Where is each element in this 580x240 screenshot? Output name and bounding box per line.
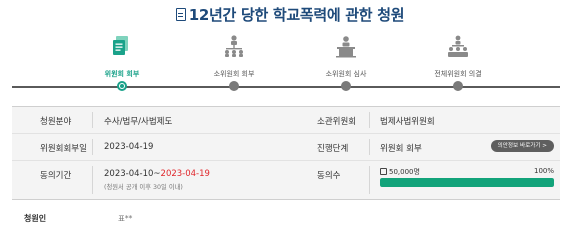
step-label: 위원회 회부: [104, 70, 140, 78]
document-icon: [175, 8, 186, 21]
step-label: 소위원회 심사: [325, 70, 367, 78]
step-dot: [341, 81, 351, 91]
period-note: (청원서 공개 이후 30일 이내): [104, 184, 183, 191]
page-title-text: 12년간 당한 학교폭력에 관한 청원: [188, 6, 405, 24]
org-chart-icon: [225, 35, 243, 57]
field-label: 청원분야: [40, 117, 72, 127]
divider: [92, 139, 93, 155]
podium-meeting-icon: [336, 36, 356, 58]
committee-value: 법제사법위원회: [380, 117, 435, 127]
agree-count-text: 50,000명: [389, 168, 420, 176]
agree-progress-bar: [380, 178, 554, 187]
divider: [369, 112, 370, 128]
info-row: 청원분야 수사/법무/사법제도 소관위원회 법제사법위원회: [12, 107, 560, 134]
progress-steps: 위원회 회부 소위원회 회부 소위원회 심사 전체위원회 의결: [12, 34, 560, 96]
agree-progress-fill: [380, 178, 554, 187]
divider: [92, 112, 93, 128]
progress-track: [12, 86, 560, 88]
step-dot-active: [117, 81, 127, 91]
step-committee-referral: 위원회 회부: [67, 34, 177, 79]
period-label: 동의기간: [40, 171, 72, 181]
period-value: 2023-04-10~2023-04-19: [104, 169, 210, 179]
step-plenary-vote: 전체위원회 의결: [403, 34, 513, 79]
petitioner-label: 청원인: [24, 214, 47, 223]
referral-date-label: 위원회회부일: [40, 144, 87, 154]
thumbs-up-icon: [380, 168, 387, 175]
assembly-vote-icon: [448, 35, 468, 57]
page-title: 12년간 당한 학교폭력에 관한 청원: [0, 4, 580, 25]
divider: [92, 166, 93, 194]
agree-percent: 100%: [533, 167, 554, 175]
status-value: 위원회 회부: [380, 144, 422, 154]
documents-stack-icon: [113, 36, 128, 55]
info-row: 동의기간 2023-04-10~2023-04-19 (청원서 공개 이후 30…: [12, 161, 560, 199]
petitioner-value: 표**: [118, 214, 133, 223]
field-value: 수사/법무/사법제도: [104, 117, 173, 127]
divider: [369, 139, 370, 155]
committee-label: 소관위원회: [317, 117, 357, 127]
step-subcommittee-review: 소위원회 심사: [291, 34, 401, 79]
step-label: 전체위원회 의결: [434, 70, 482, 78]
bill-info-link-button[interactable]: 의안정보 바로가기 >: [490, 140, 554, 152]
agree-count: 50,000명: [380, 167, 420, 177]
info-row: 위원회회부일 2023-04-19 진행단계 위원회 회부 의안정보 바로가기 …: [12, 134, 560, 161]
divider: [369, 166, 370, 194]
step-subcommittee-referral: 소위원회 회부: [179, 34, 289, 79]
period-separator: ~: [153, 169, 161, 179]
status-label: 진행단계: [317, 144, 349, 154]
step-dot: [229, 81, 239, 91]
step-dot: [453, 81, 463, 91]
agree-label: 동의수: [317, 171, 341, 181]
petition-info-table: 청원분야 수사/법무/사법제도 소관위원회 법제사법위원회 위원회회부일 202…: [12, 106, 560, 200]
step-label: 소위원회 회부: [213, 70, 255, 78]
referral-date-value: 2023-04-19: [104, 142, 154, 152]
period-start: 2023-04-10: [104, 169, 154, 179]
period-end: 2023-04-19: [160, 169, 210, 179]
